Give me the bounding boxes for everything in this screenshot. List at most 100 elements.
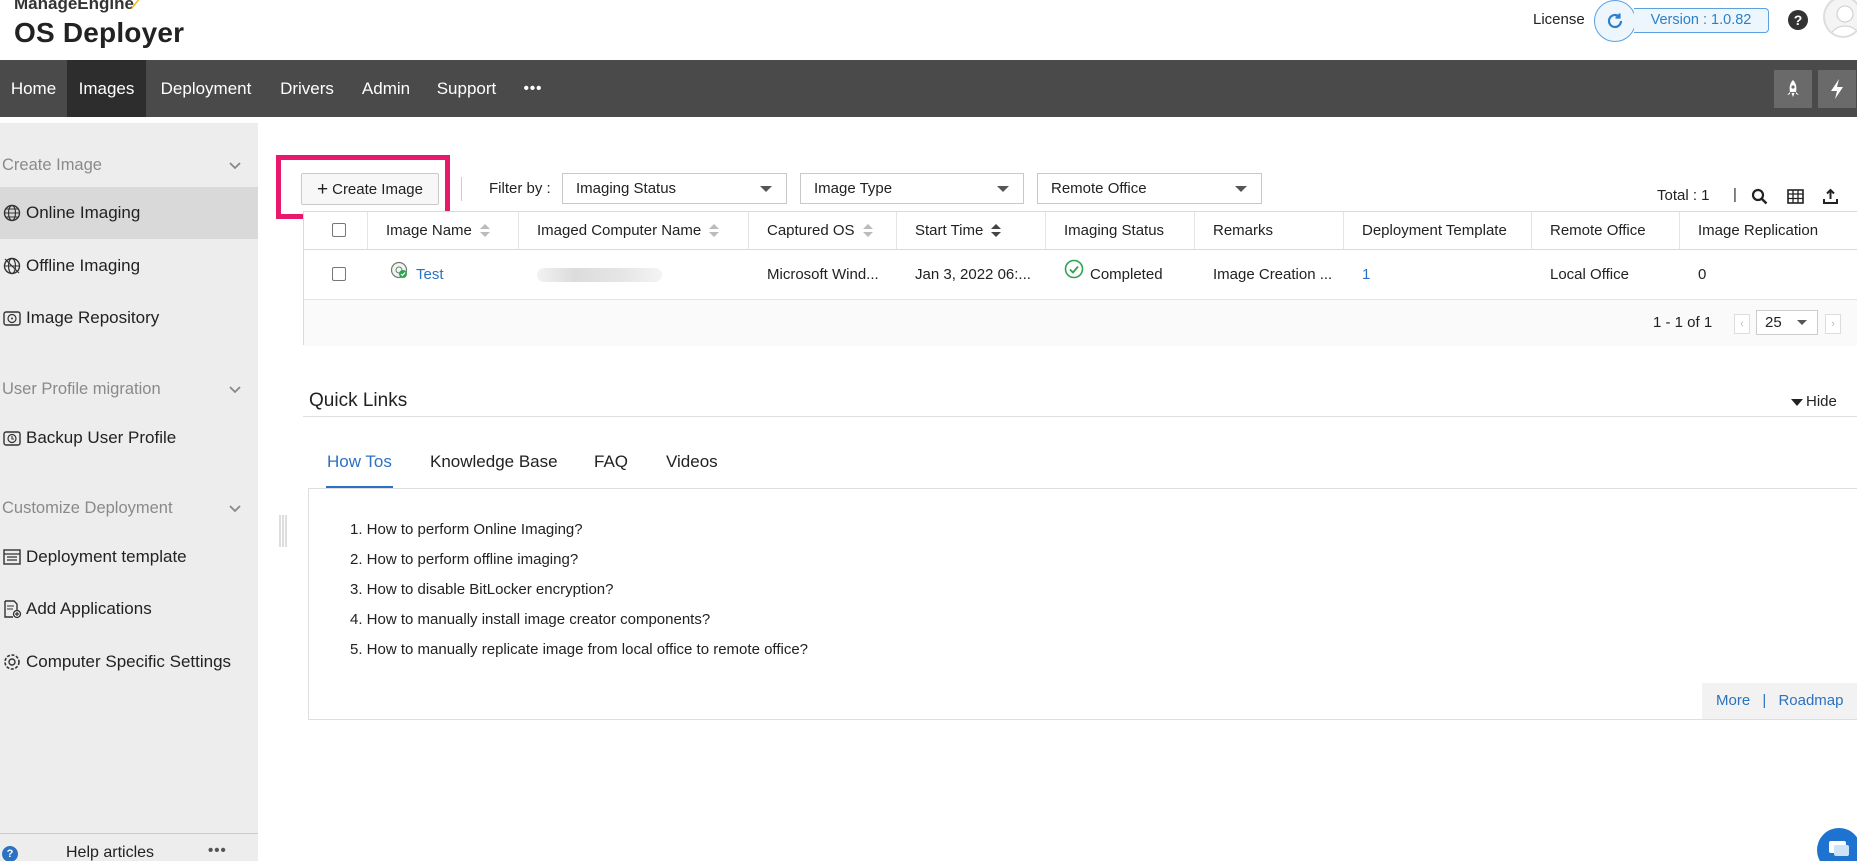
howto-link[interactable]: 4. How to manually install image creator… — [350, 611, 710, 628]
chevron-down-icon[interactable] — [228, 502, 242, 516]
how-tos-panel: 1. How to perform Online Imaging? 2. How… — [308, 488, 1857, 720]
quick-links-hide-toggle[interactable]: Hide — [1791, 393, 1837, 410]
sidebar-item-online-imaging[interactable]: Online Imaging — [0, 187, 258, 239]
caret-down-icon — [1791, 398, 1803, 406]
sort-icon[interactable] — [709, 224, 720, 238]
nav-deployment[interactable]: Deployment — [146, 60, 266, 117]
cell-captured-os: Microsoft Wind... — [767, 266, 879, 283]
product-title: OS Deployer — [14, 17, 185, 48]
sidebar-item-label: Add Applications — [26, 599, 152, 618]
col-captured-os[interactable]: Captured OS — [749, 212, 897, 249]
more-options-icon[interactable]: ••• — [208, 842, 227, 859]
sidebar-item-deployment-template[interactable]: Deployment template — [0, 531, 258, 583]
select-all-checkbox[interactable] — [332, 223, 346, 237]
template-count-link[interactable]: 1 — [1362, 266, 1370, 283]
col-imaged-computer-name[interactable]: Imaged Computer Name — [519, 212, 749, 249]
images-table: Image Name Imaged Computer Name Captured… — [303, 211, 1857, 346]
rocket-icon[interactable] — [1774, 70, 1812, 108]
image-status-icon — [390, 250, 408, 300]
sidebar-item-label: Image Repository — [26, 308, 160, 327]
license-link[interactable]: License — [1533, 11, 1585, 28]
cell-imaging-status: Completed — [1046, 250, 1195, 300]
filter-label: Filter by : — [489, 180, 551, 197]
page-size-select[interactable]: 25 — [1756, 310, 1818, 335]
export-icon[interactable] — [1820, 186, 1840, 206]
nav-images[interactable]: Images — [67, 60, 146, 117]
section-user-profile-migration[interactable]: User Profile migration — [2, 380, 161, 399]
nav-drivers[interactable]: Drivers — [266, 60, 348, 117]
filter-value: Remote Office — [1051, 180, 1147, 197]
chevron-down-icon[interactable] — [228, 159, 242, 173]
sidebar-resize-handle[interactable] — [278, 515, 288, 547]
next-page-button[interactable]: › — [1825, 314, 1841, 334]
col-remarks[interactable]: Remarks — [1195, 212, 1344, 249]
total-count: Total : 1 — [1657, 187, 1710, 204]
nav-home[interactable]: Home — [0, 60, 67, 117]
table-pager: 1 - 1 of 1 ‹ 25 › — [304, 300, 1857, 346]
sidebar-item-computer-specific-settings[interactable]: Computer Specific Settings — [0, 636, 258, 688]
footer-separator: | — [1762, 692, 1767, 709]
sort-icon[interactable] — [991, 224, 1002, 238]
roadmap-link[interactable]: Roadmap — [1778, 692, 1843, 709]
sidebar-item-label: Offline Imaging — [26, 256, 141, 275]
chevron-down-icon — [1797, 320, 1807, 325]
section-customize-deployment[interactable]: Customize Deployment — [2, 499, 173, 518]
howto-link[interactable]: 1. How to perform Online Imaging? — [350, 521, 583, 538]
avatar[interactable] — [1823, 0, 1857, 38]
sidebar: Create Image Online Imaging Offline Imag… — [0, 123, 258, 861]
section-create-image[interactable]: Create Image — [2, 156, 102, 175]
sidebar-item-add-applications[interactable]: Add Applications — [0, 583, 258, 635]
row-checkbox[interactable] — [332, 267, 346, 281]
tab-knowledge-base[interactable]: Knowledge Base — [430, 452, 558, 472]
chevron-down-icon — [1235, 186, 1247, 192]
cell-remarks: Image Creation ... — [1213, 266, 1333, 283]
filter-imaging-status[interactable]: Imaging Status — [562, 173, 787, 204]
prev-page-button[interactable]: ‹ — [1734, 314, 1750, 334]
tab-faq[interactable]: FAQ — [594, 452, 628, 472]
col-image-name[interactable]: Image Name — [368, 212, 519, 249]
create-image-button[interactable]: + Create Image — [301, 173, 439, 205]
sort-icon[interactable] — [479, 224, 490, 238]
help-icon[interactable]: ? — [1788, 10, 1808, 30]
table-row: Test Microsoft Wind... Jan 3, 2022 06:..… — [304, 250, 1857, 300]
refresh-icon[interactable] — [1594, 0, 1636, 42]
column-chooser-icon[interactable] — [1785, 186, 1805, 206]
repository-icon — [1, 307, 23, 329]
image-name-link[interactable]: Test — [416, 266, 444, 283]
sidebar-item-label: Deployment template — [26, 547, 187, 566]
filter-image-type[interactable]: Image Type — [800, 173, 1024, 204]
howto-link[interactable]: 3. How to disable BitLocker encryption? — [350, 581, 613, 598]
col-remote-office[interactable]: Remote Office — [1532, 212, 1680, 249]
filter-remote-office[interactable]: Remote Office — [1037, 173, 1262, 204]
howto-link[interactable]: 2. How to perform offline imaging? — [350, 551, 578, 568]
howto-link[interactable]: 5. How to manually replicate image from … — [350, 641, 808, 658]
chevron-down-icon[interactable] — [228, 383, 242, 397]
divider — [303, 416, 1857, 417]
nav-support[interactable]: Support — [424, 60, 509, 117]
chat-icon[interactable] — [1817, 828, 1857, 861]
chevron-down-icon — [997, 186, 1009, 192]
nav-more[interactable]: ••• — [512, 60, 554, 117]
search-icon[interactable] — [1749, 186, 1769, 206]
version-badge[interactable]: Version : 1.0.82 — [1634, 8, 1769, 33]
plus-icon: + — [317, 178, 329, 200]
nav-admin[interactable]: Admin — [348, 60, 424, 117]
help-articles-icon[interactable]: ? — [2, 846, 18, 861]
filter-value: Image Type — [814, 180, 893, 197]
cell-remote-office: Local Office — [1550, 266, 1629, 283]
add-applications-icon — [1, 598, 23, 620]
sidebar-item-offline-imaging[interactable]: Offline Imaging — [0, 240, 258, 292]
help-articles-link[interactable]: Help articles — [66, 844, 154, 861]
sidebar-item-image-repository[interactable]: Image Repository — [0, 292, 258, 344]
quick-links-footer: More | Roadmap — [1702, 683, 1857, 719]
sidebar-item-backup-user-profile[interactable]: Backup User Profile — [0, 412, 258, 464]
col-image-replication[interactable]: Image Replication — [1680, 212, 1857, 249]
col-start-time[interactable]: Start Time — [897, 212, 1046, 249]
sort-icon[interactable] — [862, 224, 873, 238]
lightning-icon[interactable] — [1818, 70, 1856, 108]
col-imaging-status[interactable]: Imaging Status — [1046, 212, 1195, 249]
tab-how-tos[interactable]: How Tos — [327, 452, 392, 472]
col-deployment-template[interactable]: Deployment Template — [1344, 212, 1532, 249]
more-link[interactable]: More — [1716, 692, 1750, 709]
tab-videos[interactable]: Videos — [666, 452, 718, 472]
